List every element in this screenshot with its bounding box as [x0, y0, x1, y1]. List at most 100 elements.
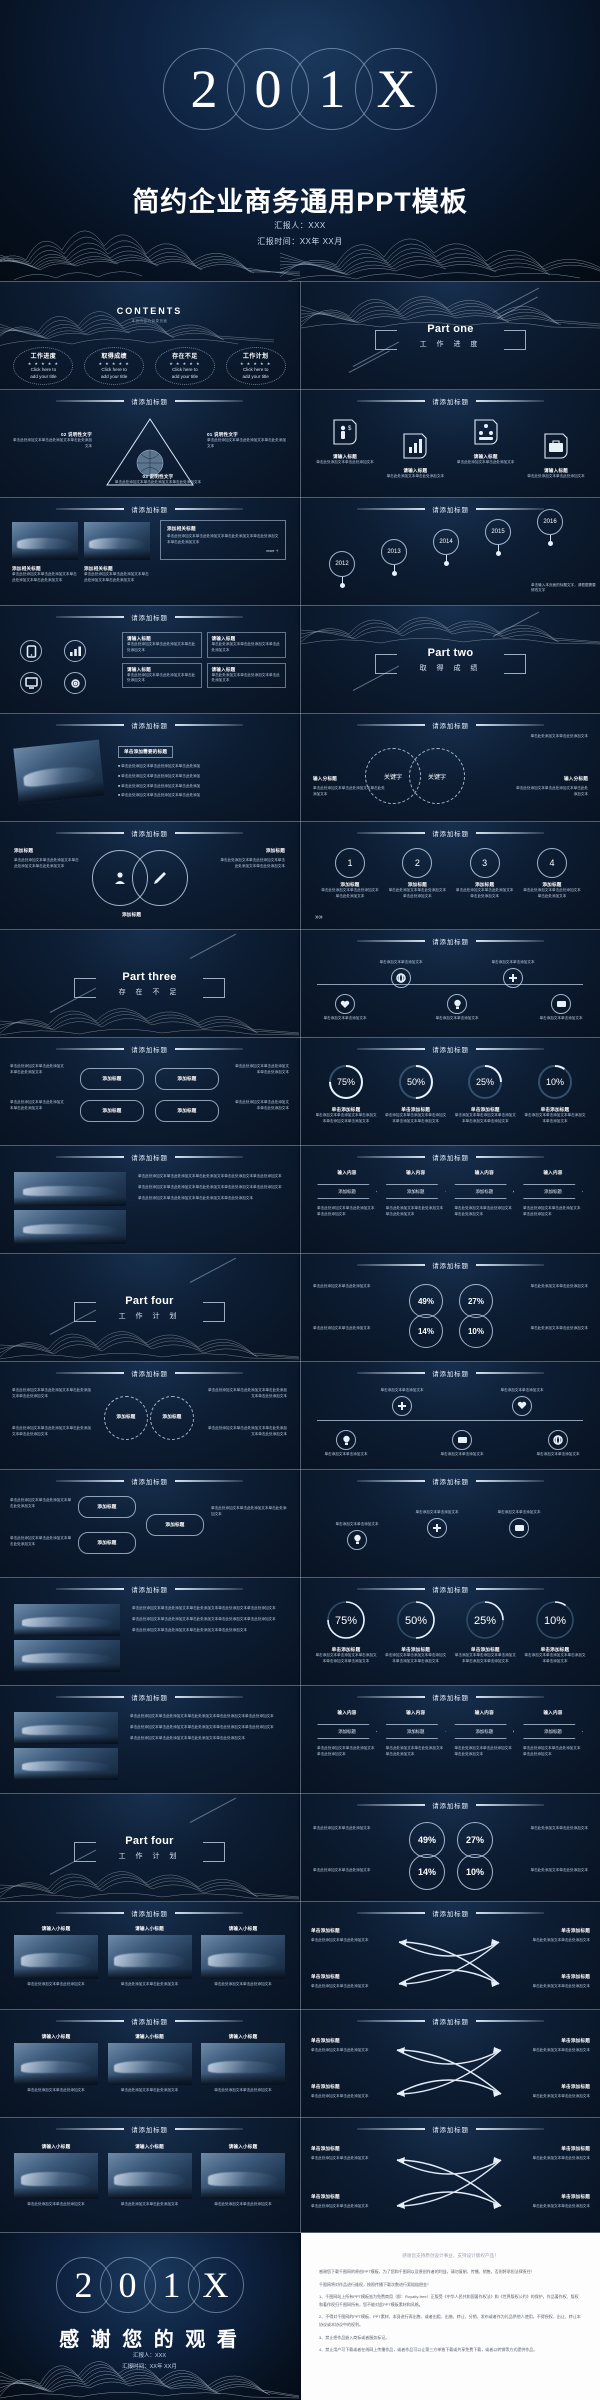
- slide-thanks[interactable]: 2 0 1 X 感 谢 您 的 观 看 汇报人：XXX 汇报时间：XX年 XX月: [0, 2233, 299, 2400]
- timeline-node-4[interactable]: 2016: [527, 509, 573, 546]
- overlap-circle-right[interactable]: [132, 850, 188, 906]
- photo-thumbnail[interactable]: [14, 2043, 98, 2085]
- donut-item-1[interactable]: 50% 单击添加标题 单击添加文本单击添加文本单击添加文本单击添加文本单击添加文…: [385, 1062, 447, 1125]
- slide-chevrons-2[interactable]: 请添加标题 输入内容 输入内容 输入内容 输入内容 添加标题 添加标题 添加标题…: [301, 1686, 600, 1793]
- photo-caption-0[interactable]: 添加相关标题 单击此处添加文本单击此处添加文本单击此处添加文本单击此处添加文本: [12, 566, 78, 584]
- donut-item-0[interactable]: 75% 单击添加标题 单击添加文本单击添加文本单击添加文本单击添加文本单击添加文…: [315, 1598, 377, 1665]
- photo-thumbnail[interactable]: [84, 522, 150, 560]
- slide-part-one[interactable]: Part one 工 作 进 度: [301, 282, 600, 389]
- slide-venn[interactable]: 请添加标题 单击此处添加文本单击此处添加文本 关键字 关键字 输入分标题 输入分…: [301, 714, 600, 821]
- timeline-node-0[interactable]: 2012: [319, 551, 365, 588]
- gear-icon[interactable]: [64, 672, 86, 694]
- slide-three-photos-3[interactable]: 请添加标题 请输入小标题 单击此处添加文本单击此处添加文本 请输入小标题 单击此…: [0, 2118, 299, 2232]
- slide-three-photos-2[interactable]: 请添加标题 请输入小标题 单击此处添加文本单击此处添加文本 请输入小标题 单击此…: [0, 2010, 299, 2117]
- zigzag-node-1[interactable]: 单击添加文本单击添加文本: [377, 960, 425, 988]
- photo-card-1[interactable]: 请输入小标题 单击此处添加文本单击此处添加文本: [107, 2144, 192, 2208]
- pill-0[interactable]: 添加标题: [78, 1496, 136, 1518]
- step-3[interactable]: 4 添加标题 单击此处添加文本单击此处添加文本单击此处添加文本: [523, 848, 581, 900]
- donut-item-2[interactable]: 25% 单击添加标题 单击添加文本单击添加文本单击添加文本单击添加文本单击添加文…: [454, 1062, 516, 1125]
- grid-box-1[interactable]: 请输入标题 单击此处添加文本单击此处添加文本单击此处添加文本: [206, 632, 286, 658]
- slide-steps[interactable]: 请添加标题 1 添加标题 单击此处添加文本单击此处添加文本单击此处添加文本 2 …: [301, 822, 600, 929]
- gauge-10[interactable]: 10%: [459, 1314, 493, 1348]
- zigzag-node-4[interactable]: 单击添加文本单击添加文本: [535, 1430, 581, 1458]
- slide-pill-tree[interactable]: 请添加标题 单击此处添加文本单击此处添加文本单击此处添加文本 单击此处添加文本单…: [0, 1470, 299, 1577]
- slide-donuts[interactable]: 请添加标题 75% 单击添加标题 单击添加文本单击添加文本单击添加文本单击添加文…: [301, 1038, 600, 1145]
- photo-card-2[interactable]: 请输入小标题 单击此处添加文本单击此处添加文本: [201, 1926, 285, 1988]
- photo-card-1[interactable]: 请输入小标题 单击此处添加文本单击此处添加文本: [107, 1926, 192, 1988]
- slide-zigzag-2[interactable]: 请添加标题 单击添加文本单击添加文本 单击添加文本单击添加文本 单击添加文本单击…: [301, 1362, 600, 1469]
- zigzag-node-4[interactable]: 单击添加文本单击添加文本: [537, 994, 585, 1022]
- slide-title[interactable]: 2 0 1 X 简约企业商务通用PPT模板 汇报人：XXX 汇报时间：XX年 X…: [0, 0, 600, 281]
- contents-item-1[interactable]: 取得成绩 ★ ★ ★ ★ ★ Click here to add your ti…: [84, 347, 145, 385]
- slide-arrows-3[interactable]: 请添加标题 单击添加标题 单击此处添加文本单击此处添加文本 单击添加标题 单击此…: [301, 2118, 600, 2232]
- pill-1[interactable]: 添加标题: [78, 1532, 136, 1554]
- zigzag-node-0[interactable]: 单击添加文本单击添加文本: [321, 994, 369, 1022]
- zigzag-node-2[interactable]: 单击添加文本单击添加文本: [437, 1430, 487, 1458]
- shield-card-2[interactable]: 请输入标题 单击此处添加文本单击此处添加文本: [456, 418, 516, 480]
- chevron-3[interactable]: 添加标题: [522, 1184, 583, 1199]
- photo-thumbnail[interactable]: [201, 1935, 285, 1979]
- photo-thumbnail[interactable]: [14, 1604, 120, 1636]
- slide-triangle[interactable]: 请添加标题 02 说明性文字 单击此处添加文本单击此处添加文本单击此处添加文本 …: [0, 390, 299, 497]
- slide-zigzag[interactable]: 请添加标题 单击添加文本单击添加文本 单击添加文本单击添加文本 单击添加文本单击…: [301, 930, 600, 1037]
- chevron-1[interactable]: 添加标题: [385, 1184, 446, 1199]
- step-2[interactable]: 3 添加标题 单击此处添加文本单击此处添加文本单击此处添加文本: [456, 848, 514, 900]
- slide-part-four[interactable]: Part four 工 作 计 划: [0, 1254, 299, 1361]
- step-0[interactable]: 1 添加标题 单击此处添加文本单击此处添加文本单击此处添加文本: [321, 848, 379, 900]
- zigzag-node-2[interactable]: 单击添加文本单击添加文本: [433, 994, 481, 1022]
- slide-part-two[interactable]: Part two 取 得 成 绩: [301, 606, 600, 713]
- slide-icon-grid[interactable]: 请添加标题 请输入标题 单击此处添加文本单击此处添加文本单击此处添加文本 请输入…: [0, 606, 299, 713]
- triangle-item-1[interactable]: 01 说明性文字 单击此处添加文本单击此处添加文本单击此处添加文本: [207, 432, 289, 450]
- monitor-icon[interactable]: [20, 672, 42, 694]
- pill-2[interactable]: 添加标题: [146, 1514, 204, 1536]
- slide-zigzag-3[interactable]: 请添加标题 单击添加文本单击添加文本 单击添加文本单击添加文本 单击添加文本单击…: [301, 1470, 600, 1577]
- slide-shields[interactable]: 请添加标题 $ 请输入标题 单击此处添加文本单击此处添加文本 请输入标题 单击此: [301, 390, 600, 497]
- flow-bubble-3[interactable]: 添加标题: [155, 1100, 219, 1122]
- slide-three-photos[interactable]: 请添加标题 请输入小标题 单击此处添加文本单击此处添加文本 请输入小标题 单击此…: [0, 1902, 299, 2009]
- donut-item-3[interactable]: 10% 单击添加标题 单击添加文本单击添加文本单击添加文本单击添加文本: [524, 1598, 586, 1665]
- donut-item-3[interactable]: 10% 单击添加标题 单击添加文本单击添加文本单击添加文本单击添加文本: [524, 1062, 586, 1125]
- triangle-item-3[interactable]: 03 说明性文字 单击此处添加文本单击此处添加文本单击此处添加文本: [108, 474, 208, 486]
- photo-thumbnail[interactable]: [14, 1210, 126, 1244]
- photo-thumbnail[interactable]: [201, 2043, 285, 2085]
- slide-flow[interactable]: 请添加标题 单击此处添加文本单击此处添加文本单击此处添加文本 单击此处添加文本单…: [0, 1038, 299, 1145]
- shield-card-3[interactable]: 请输入标题 单击此处添加文本单击此处添加文本: [526, 418, 586, 480]
- venn-circle-right[interactable]: 关键字: [409, 748, 465, 804]
- photo-card-2[interactable]: 请输入小标题 单击此处添加文本单击此处添加文本: [201, 2144, 285, 2208]
- slide-donuts-2[interactable]: 请添加标题 75% 单击添加标题 单击添加文本单击添加文本单击添加文本单击添加文…: [301, 1578, 600, 1685]
- grid-box-0[interactable]: 请输入标题 单击此处添加文本单击此处添加文本单击此处添加文本: [122, 632, 202, 658]
- photo-thumbnail[interactable]: [14, 1640, 120, 1672]
- chart-bar-icon[interactable]: [64, 640, 86, 662]
- photo-card-0[interactable]: 请输入小标题 单击此处添加文本单击此处添加文本: [14, 2034, 98, 2094]
- more-link[interactable]: more ＋: [167, 549, 279, 555]
- slide-two-photo[interactable]: 请添加标题 单击此处添加文本单击此处添加文本单击此处添加文本单击此处添加文本单击…: [0, 1146, 299, 1253]
- photo-thumbnail[interactable]: [13, 739, 105, 805]
- chevron-1[interactable]: 添加标题: [385, 1724, 446, 1739]
- zigzag-node-3[interactable]: 单击添加文本单击添加文本: [497, 1388, 547, 1416]
- slide-icon-grid-2[interactable]: 请添加标题 单击此处添加文本单击此处添加文本单击此处添加文本单击此处添加文本 单…: [0, 1362, 299, 1469]
- slide-photo-text-3[interactable]: 请添加标题 单击此处添加文本单击此处添加文本单击此处添加文本单击此处添加文本单击…: [0, 1686, 299, 1793]
- timeline-node-3[interactable]: 2015: [475, 519, 521, 556]
- triangle-item-2[interactable]: 02 说明性文字 单击此处添加文本单击此处添加文本单击此处添加文本: [10, 432, 92, 450]
- photo-thumbnail[interactable]: [14, 1748, 118, 1780]
- panel-card[interactable]: 添加相关标题 单击此处添加文本单击此处添加文本单击此处添加文本单击此处添加文本单…: [160, 520, 286, 561]
- timeline-node-1[interactable]: 2013: [371, 539, 417, 576]
- photo-thumbnail[interactable]: [107, 2153, 192, 2199]
- donut-item-1[interactable]: 50% 单击添加标题 单击添加文本单击添加文本单击添加文本单击添加文本单击添加文…: [385, 1598, 447, 1665]
- photo-card-2[interactable]: 请输入小标题 单击此处添加文本单击此处添加文本: [201, 2034, 285, 2094]
- slide-part-three[interactable]: Part three 存 在 不 足: [0, 930, 299, 1037]
- chevron-2[interactable]: 添加标题: [454, 1184, 515, 1199]
- phone-icon[interactable]: [20, 640, 42, 662]
- timeline-node-2[interactable]: 2014: [423, 529, 469, 566]
- grid-box-3[interactable]: 请输入标题 单击此处添加文本单击此处添加文本单击此处添加文本: [206, 662, 286, 688]
- step-1[interactable]: 2 添加标题 单击此处添加文本单击此处添加文本单击此处添加文本: [388, 848, 446, 900]
- grid-box-2[interactable]: 请输入标题 单击此处添加文本单击此处添加文本单击此处添加文本: [122, 662, 202, 688]
- chevron-0[interactable]: 添加标题: [317, 1184, 377, 1199]
- flow-bubble-0[interactable]: 添加标题: [80, 1068, 144, 1090]
- shield-card-0[interactable]: $ 请输入标题 单击此处添加文本单击此处添加文本: [315, 418, 375, 480]
- photo-thumbnail[interactable]: [14, 1172, 126, 1206]
- photo-card-0[interactable]: 请输入小标题 单击此处添加文本单击此处添加文本: [14, 2144, 98, 2208]
- slide-timeline[interactable]: 请添加标题 2012 2013 2014 2015 2016 单击输入本页面的标…: [301, 498, 600, 605]
- slide-arrows-2[interactable]: 请添加标题 单击添加标题 单击此处添加文本单击此处添加文本 单击添加标题 单击此…: [301, 2010, 600, 2117]
- pin-node-2[interactable]: 单击添加文本单击添加文本: [487, 1510, 551, 1540]
